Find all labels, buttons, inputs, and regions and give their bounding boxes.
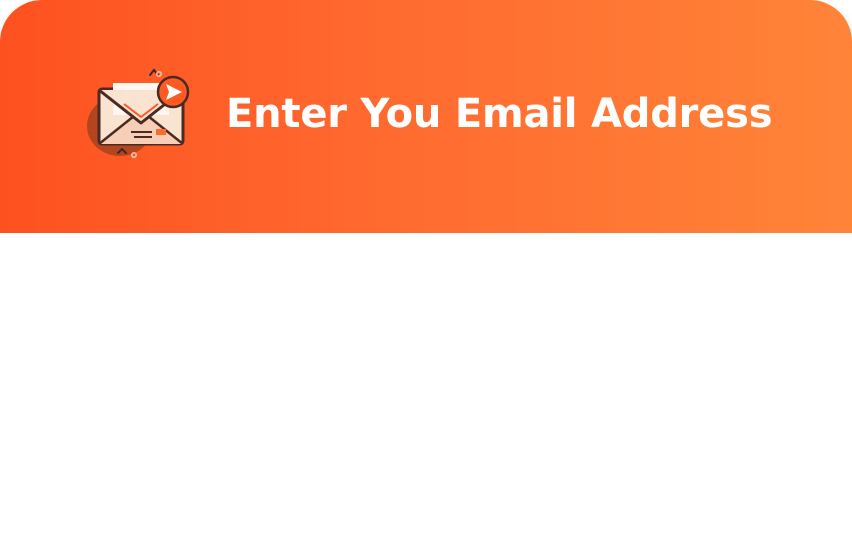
page-title: Enter You Email Address [226, 91, 773, 137]
dialog-header: Enter You Email Address [0, 0, 852, 233]
email-envelope-send-icon [84, 68, 200, 164]
email-dialog: Enter You Email Address [0, 0, 852, 542]
dialog-body [0, 233, 852, 542]
